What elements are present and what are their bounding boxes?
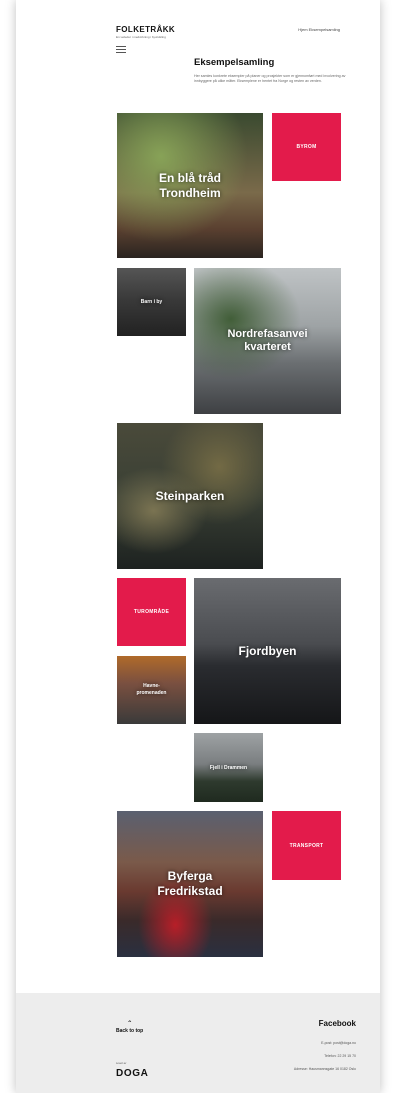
tile-label: Fjordbyen — [238, 644, 297, 658]
tile-label: Barn i by — [140, 299, 163, 305]
footer-email[interactable]: E-post: post@doga.no — [321, 1041, 356, 1045]
tile-label: Nordrefasanvei kvarteret — [227, 328, 308, 353]
tile-en-bla-trad[interactable]: En blå tråd Trondheim — [117, 113, 263, 258]
tile-label: Fjell i Drammen — [209, 764, 248, 771]
brand-logo[interactable]: FOLKETRÅKK En veileder i medvirkning i b… — [116, 25, 175, 39]
category-byrom[interactable]: BYROM — [272, 113, 341, 181]
category-transport[interactable]: TRANSPORT — [272, 811, 341, 880]
tile-label: Steinparken — [155, 489, 225, 503]
doga-logo[interactable]: DOGA — [116, 1068, 148, 1079]
tile-nordrefasanvei[interactable]: Nordrefasanvei kvarteret — [194, 268, 341, 414]
category-label: BYROM — [296, 144, 317, 150]
back-to-top-link[interactable]: ˆ Back to top — [116, 1021, 144, 1035]
tile-fjell-i-drammen[interactable]: Fjell i Drammen — [194, 733, 263, 802]
tile-havnepromenaden[interactable]: Havne-promenaden — [117, 656, 186, 724]
tile-label: En blå tråd Trondheim — [158, 170, 221, 200]
category-label: TUROMRÅDE — [133, 609, 170, 615]
page-intro: Her samles konkrete eksempler på planer … — [194, 74, 346, 83]
tile-fjordbyen[interactable]: Fjordbyen — [194, 578, 341, 724]
tile-label: Byferga Fredrikstad — [157, 869, 223, 898]
page-title: Eksempelsamling — [194, 57, 275, 68]
brand-tagline: En veileder i medvirkning i byutvikling — [116, 35, 166, 39]
tile-byferga-fredrikstad[interactable]: Byferga Fredrikstad — [117, 811, 263, 957]
tile-steinparken[interactable]: Steinparken — [117, 423, 263, 569]
hamburger-menu-icon[interactable] — [116, 44, 126, 55]
back-to-top-label: Back to top — [116, 1028, 144, 1034]
breadcrumb[interactable]: Hjem Eksempelsamling — [298, 27, 340, 32]
footer-logo-caption: Levert av — [116, 1062, 127, 1065]
page: FOLKETRÅKK En veileder i medvirkning i b… — [16, 0, 380, 1093]
footer-phone: Telefon: 22 29 15 70 — [324, 1054, 356, 1058]
category-label: TRANSPORT — [289, 842, 324, 849]
facebook-link[interactable]: Facebook — [319, 1019, 356, 1028]
footer-address: Adresse: Hausmannsgate 16 0182 Oslo — [293, 1067, 356, 1071]
tile-label: Havne-promenaden — [136, 683, 167, 696]
category-turomrade[interactable]: TUROMRÅDE — [117, 578, 186, 646]
tile-barn-i-by[interactable]: Barn i by — [117, 268, 186, 336]
brand-name: FOLKETRÅKK — [116, 25, 176, 34]
